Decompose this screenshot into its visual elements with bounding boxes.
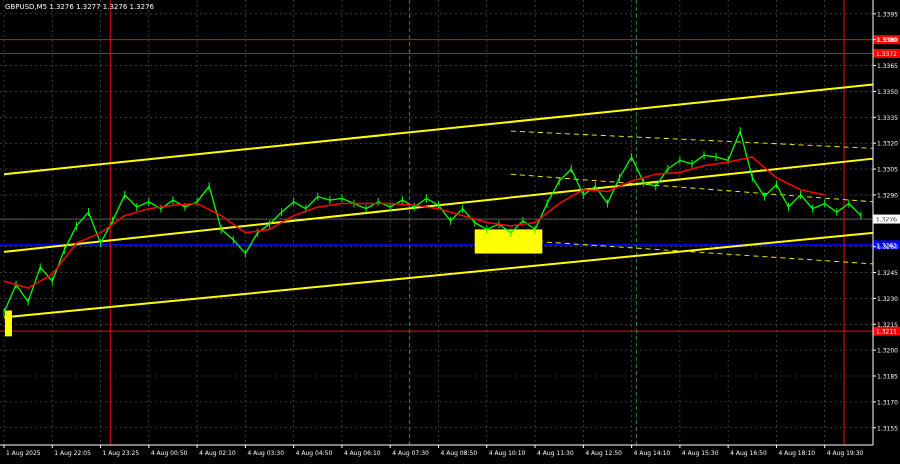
- x-tick-label: 4 Aug 06:10: [344, 450, 381, 457]
- x-tick-label: 4 Aug 16:50: [730, 450, 767, 457]
- y-tick-label: 1.3395: [877, 11, 898, 18]
- y-tick-label: 1.3350: [877, 89, 898, 96]
- y-tick-label: 1.3200: [877, 348, 898, 355]
- x-tick-label: 4 Aug 04:50: [296, 450, 333, 457]
- y-tick-label: 1.3380: [877, 37, 898, 44]
- y-tick-label: 1.3320: [877, 141, 898, 148]
- x-tick-label: 4 Aug 08:50: [441, 450, 478, 457]
- y-tick-label: 1.3185: [877, 374, 898, 381]
- y-tick-label: 1.3245: [877, 270, 898, 277]
- y-tick-label: 1.3215: [877, 322, 898, 329]
- level-price-label: 1.3211: [876, 329, 897, 336]
- x-tick-label: 4 Aug 03:30: [247, 450, 284, 457]
- y-tick-label: 1.3276: [877, 217, 898, 224]
- y-tick-label: 1.3305: [877, 167, 898, 174]
- x-tick-label: 1 Aug 23:25: [103, 450, 140, 457]
- x-tick-label: 4 Aug 07:30: [392, 450, 429, 457]
- x-tick-label: 4 Aug 19:30: [827, 450, 864, 457]
- signal-marker: [474, 229, 543, 254]
- x-tick-label: 4 Aug 00:50: [151, 450, 188, 457]
- x-tick-label: 4 Aug 11:30: [537, 450, 574, 457]
- x-tick-label: 4 Aug 10:10: [489, 450, 526, 457]
- chart-svg: 1.33801.33721.32611.32111.3276 1.33951.3…: [0, 0, 900, 460]
- y-tick-label: 1.3260: [877, 244, 898, 251]
- x-tick-label: 4 Aug 15:30: [682, 450, 719, 457]
- signal-marker: [4, 310, 12, 337]
- x-tick-label: 4 Aug 02:10: [199, 450, 236, 457]
- y-tick-label: 1.3155: [877, 425, 898, 432]
- x-tick-label: 4 Aug 12:50: [585, 450, 622, 457]
- y-tick-label: 1.3335: [877, 115, 898, 122]
- y-tick-label: 1.3230: [877, 296, 898, 303]
- x-tick-label: 4 Aug 18:10: [778, 450, 815, 457]
- y-tick-label: 1.3365: [877, 63, 898, 70]
- chart-title: GBPUSD,M5 1.3276 1.3277 1.3276 1.3276: [5, 3, 155, 11]
- x-tick-label: 1 Aug 2025: [6, 450, 41, 457]
- x-tick-label: 1 Aug 22:05: [54, 450, 91, 457]
- y-tick-label: 1.3290: [877, 192, 898, 199]
- x-tick-label: 4 Aug 14:10: [634, 450, 671, 457]
- chart-background: [0, 0, 900, 460]
- y-tick-label: 1.3170: [877, 399, 898, 406]
- level-price-label: 1.3372: [876, 51, 897, 58]
- chart-area: 1.3380 1.3372 1.3261 1.3211 1.3276 1.3395 1.3…: [0, 0, 900, 460]
